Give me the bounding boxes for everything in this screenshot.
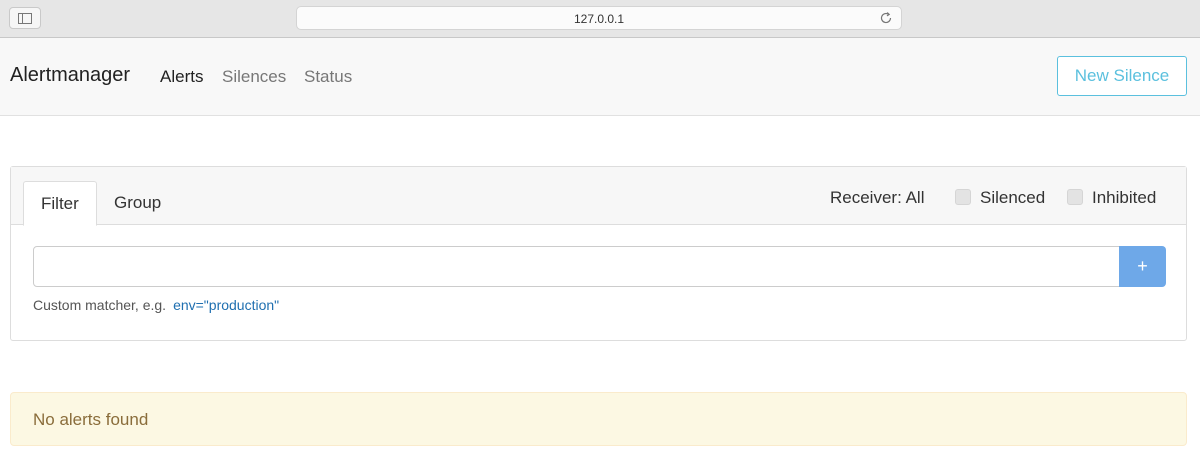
address-bar[interactable]: 127.0.0.1	[296, 6, 902, 30]
matcher-help: Custom matcher, e.g. env="production"	[33, 297, 279, 313]
silenced-toggle[interactable]: Silenced	[955, 188, 1045, 208]
plus-icon: +	[1137, 256, 1148, 276]
add-matcher-button[interactable]: +	[1119, 246, 1166, 287]
sidebar-icon	[18, 13, 32, 24]
url-text: 127.0.0.1	[573, 12, 625, 26]
inhibited-checkbox[interactable]	[1067, 189, 1083, 205]
sidebar-toggle-button[interactable]	[9, 7, 41, 29]
no-alerts-text: No alerts found	[33, 410, 149, 429]
inhibited-label: Inhibited	[1092, 188, 1157, 207]
matcher-help-text: Custom matcher, e.g.	[33, 297, 167, 313]
silenced-label: Silenced	[980, 188, 1046, 207]
tab-filter[interactable]: Filter	[23, 181, 97, 226]
nav-link-silences[interactable]: Silences	[222, 67, 286, 87]
silenced-checkbox[interactable]	[955, 189, 971, 205]
nav-link-status[interactable]: Status	[304, 67, 352, 87]
no-alerts-message-box: No alerts found	[10, 392, 1187, 446]
tab-group[interactable]: Group	[97, 181, 178, 225]
receiver-selector[interactable]: Receiver: All	[830, 188, 924, 208]
inhibited-toggle[interactable]: Inhibited	[1067, 188, 1156, 208]
reload-icon[interactable]	[879, 11, 893, 25]
brand-title[interactable]: Alertmanager	[10, 64, 130, 87]
new-silence-button[interactable]: New Silence	[1057, 56, 1187, 96]
top-navbar: Alertmanager Alerts Silences Status New …	[0, 38, 1200, 116]
browser-toolbar: 127.0.0.1	[0, 0, 1200, 38]
matcher-input[interactable]	[33, 246, 1120, 287]
matcher-input-group: +	[33, 246, 1166, 287]
filter-card: Filter Group Receiver: All Silenced Inhi…	[10, 166, 1187, 341]
matcher-example-link[interactable]: env="production"	[173, 297, 279, 313]
nav-link-alerts[interactable]: Alerts	[160, 67, 203, 87]
filter-card-header: Filter Group Receiver: All Silenced Inhi…	[11, 167, 1186, 226]
